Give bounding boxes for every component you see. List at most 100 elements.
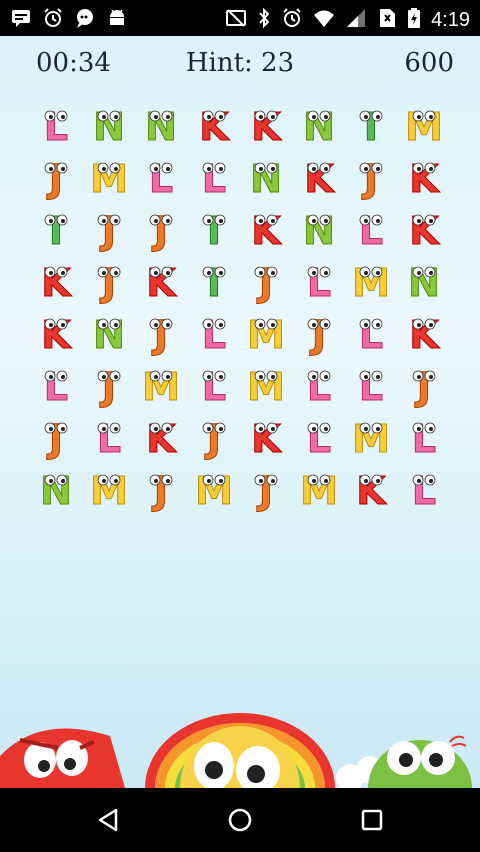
- letter-tile[interactable]: N: [135, 98, 188, 150]
- letter-l-glyph: L: [96, 417, 121, 462]
- letter-k-glyph: K: [251, 417, 283, 462]
- letter-tile[interactable]: L: [188, 358, 241, 410]
- letter-tile[interactable]: K: [398, 150, 451, 202]
- back-button[interactable]: [92, 804, 124, 836]
- letter-tile[interactable]: J: [345, 150, 398, 202]
- letter-tile[interactable]: K: [188, 98, 241, 150]
- letter-tile[interactable]: I: [188, 254, 241, 306]
- letter-l-glyph: L: [359, 209, 384, 254]
- letter-l-glyph: L: [201, 365, 226, 410]
- letter-tile[interactable]: M: [345, 254, 398, 306]
- letter-tile[interactable]: L: [135, 150, 188, 202]
- recents-button[interactable]: [356, 804, 388, 836]
- letter-tile[interactable]: L: [30, 358, 83, 410]
- svg-text:K: K: [199, 105, 230, 149]
- letter-tile[interactable]: M: [135, 358, 188, 410]
- letter-tile[interactable]: K: [30, 306, 83, 358]
- svg-text:K: K: [147, 261, 178, 305]
- letter-tile[interactable]: N: [240, 150, 293, 202]
- letter-j-glyph: J: [97, 261, 121, 306]
- letter-tile[interactable]: M: [83, 150, 136, 202]
- svg-text:M: M: [352, 261, 390, 305]
- letter-tile[interactable]: N: [83, 306, 136, 358]
- letter-tile[interactable]: K: [398, 202, 451, 254]
- letter-tile[interactable]: M: [240, 306, 293, 358]
- letter-tile[interactable]: J: [135, 202, 188, 254]
- letter-tile[interactable]: J: [293, 306, 346, 358]
- letter-tile[interactable]: M: [188, 462, 241, 514]
- letter-m-glyph: M: [247, 365, 286, 410]
- svg-text:N: N: [408, 261, 440, 305]
- letter-tile[interactable]: N: [293, 202, 346, 254]
- svg-text:K: K: [409, 313, 440, 357]
- letter-tile[interactable]: L: [345, 202, 398, 254]
- letter-tile[interactable]: L: [293, 254, 346, 306]
- letter-k-glyph: K: [251, 105, 283, 150]
- letter-tile[interactable]: L: [188, 150, 241, 202]
- letter-tile[interactable]: N: [83, 98, 136, 150]
- letter-tile[interactable]: M: [83, 462, 136, 514]
- letter-tile[interactable]: M: [240, 358, 293, 410]
- letter-n-glyph: N: [145, 105, 178, 150]
- letter-i-glyph: I: [44, 209, 68, 254]
- letter-tile[interactable]: N: [293, 98, 346, 150]
- signal-icon: [345, 7, 367, 33]
- letter-tile[interactable]: K: [240, 410, 293, 462]
- letter-tile[interactable]: K: [240, 202, 293, 254]
- letter-tile[interactable]: K: [30, 254, 83, 306]
- letter-tile[interactable]: J: [83, 358, 136, 410]
- letter-j-glyph: J: [202, 417, 226, 462]
- letter-tile[interactable]: K: [345, 462, 398, 514]
- alarm-icon: [281, 7, 303, 33]
- letter-tile[interactable]: K: [135, 254, 188, 306]
- letter-tile[interactable]: K: [135, 410, 188, 462]
- letter-tile[interactable]: L: [83, 410, 136, 462]
- letter-tile[interactable]: N: [398, 254, 451, 306]
- svg-text:M: M: [247, 365, 285, 409]
- home-button[interactable]: [224, 804, 256, 836]
- letter-tile[interactable]: M: [345, 410, 398, 462]
- recents-icon: [361, 809, 383, 831]
- red-monster: [0, 728, 125, 788]
- letter-tile[interactable]: L: [398, 462, 451, 514]
- letter-j-glyph: J: [254, 261, 278, 306]
- letter-tile[interactable]: J: [30, 150, 83, 202]
- letter-j-glyph: J: [149, 313, 173, 358]
- letter-k-glyph: K: [146, 261, 178, 306]
- letter-tile[interactable]: J: [398, 358, 451, 410]
- letter-tile[interactable]: J: [135, 306, 188, 358]
- svg-text:M: M: [90, 157, 128, 201]
- letter-tile[interactable]: L: [188, 306, 241, 358]
- letter-tile[interactable]: L: [293, 410, 346, 462]
- letter-tile[interactable]: J: [83, 202, 136, 254]
- letter-tile[interactable]: M: [293, 462, 346, 514]
- letter-tile[interactable]: J: [83, 254, 136, 306]
- letter-tile[interactable]: J: [240, 462, 293, 514]
- letter-m-glyph: M: [142, 365, 181, 410]
- letter-tile[interactable]: K: [240, 98, 293, 150]
- letter-tile[interactable]: J: [240, 254, 293, 306]
- ground-decoration: [0, 713, 472, 788]
- letter-tile[interactable]: L: [293, 358, 346, 410]
- letter-tile[interactable]: N: [30, 462, 83, 514]
- letter-tile[interactable]: I: [30, 202, 83, 254]
- letter-tile[interactable]: J: [30, 410, 83, 462]
- letter-tile[interactable]: I: [345, 98, 398, 150]
- game-area: Hint: 23 00:34 600 LNNKKNIMJMLLNKJKIJJIK…: [0, 36, 480, 788]
- board-row: JMLLNKJK: [30, 150, 450, 202]
- letter-tile[interactable]: L: [345, 306, 398, 358]
- letter-k-glyph: K: [409, 157, 441, 202]
- letter-tile[interactable]: L: [398, 410, 451, 462]
- letter-tile[interactable]: L: [30, 98, 83, 150]
- svg-text:M: M: [247, 313, 285, 357]
- message-icon: [10, 7, 32, 33]
- letter-tile[interactable]: K: [398, 306, 451, 358]
- letter-tile[interactable]: J: [188, 410, 241, 462]
- letter-tile[interactable]: I: [188, 202, 241, 254]
- letter-tile[interactable]: J: [135, 462, 188, 514]
- letter-tile[interactable]: M: [398, 98, 451, 150]
- letter-tile[interactable]: K: [293, 150, 346, 202]
- letter-tile[interactable]: L: [345, 358, 398, 410]
- letter-l-glyph: L: [411, 469, 436, 514]
- chat-icon: [74, 7, 96, 33]
